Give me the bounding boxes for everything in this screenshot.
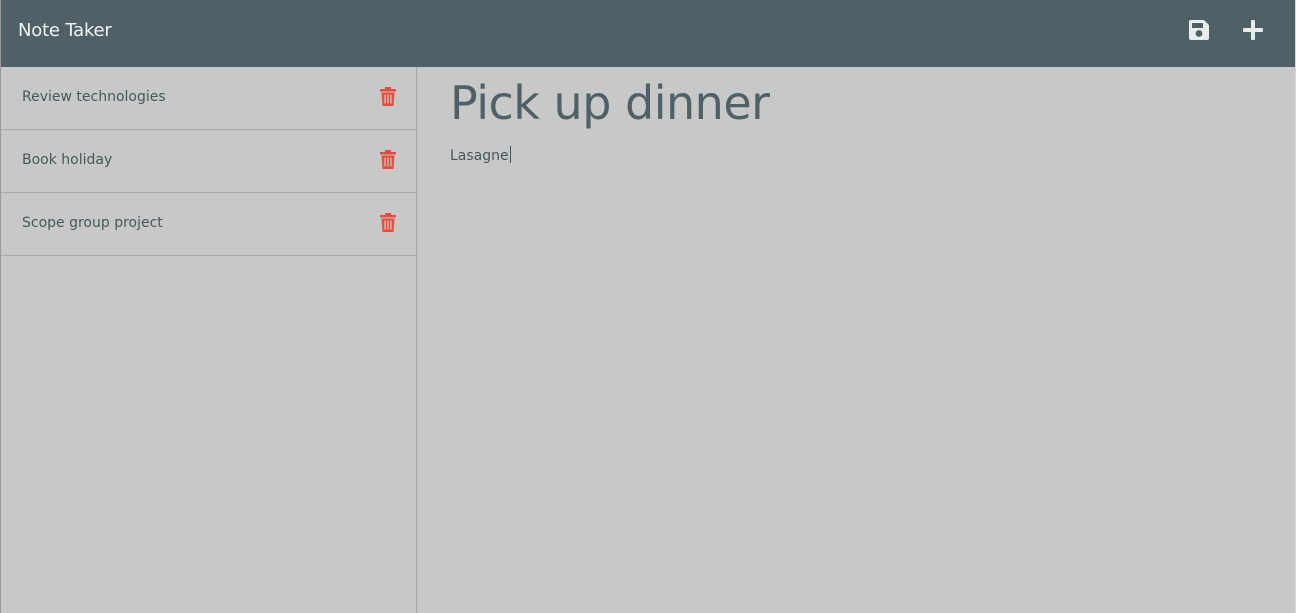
app-window: Note Taker Review technologies Book holi… — [0, 0, 1296, 613]
note-item-label[interactable]: Book holiday — [22, 152, 112, 168]
note-item-review-technologies[interactable]: Review technologies — [1, 67, 416, 130]
note-text: Lasagne — [450, 148, 509, 164]
trash-icon[interactable] — [379, 149, 397, 169]
window-edge — [1295, 0, 1308, 613]
notes-list: Review technologies Book holiday Scope g… — [1, 67, 417, 613]
note-editor: Pick up dinner Lasagne — [418, 67, 1296, 613]
navbar: Note Taker — [1, 0, 1296, 67]
trash-icon[interactable] — [379, 86, 397, 106]
note-text-area[interactable]: Lasagne — [450, 146, 511, 164]
note-item-book-holiday[interactable]: Book holiday — [1, 130, 416, 193]
note-item-label[interactable]: Review technologies — [22, 89, 166, 105]
plus-icon — [1243, 20, 1263, 40]
app-title[interactable]: Note Taker — [18, 20, 112, 41]
note-item-scope-group-project[interactable]: Scope group project — [1, 193, 416, 256]
text-caret — [509, 146, 511, 163]
note-item-label[interactable]: Scope group project — [22, 215, 163, 231]
new-note-button[interactable] — [1240, 17, 1266, 43]
note-title-input[interactable]: Pick up dinner — [450, 73, 1270, 133]
trash-icon[interactable] — [379, 212, 397, 232]
save-note-button[interactable] — [1186, 17, 1212, 43]
floppy-disk-icon — [1188, 20, 1209, 40]
